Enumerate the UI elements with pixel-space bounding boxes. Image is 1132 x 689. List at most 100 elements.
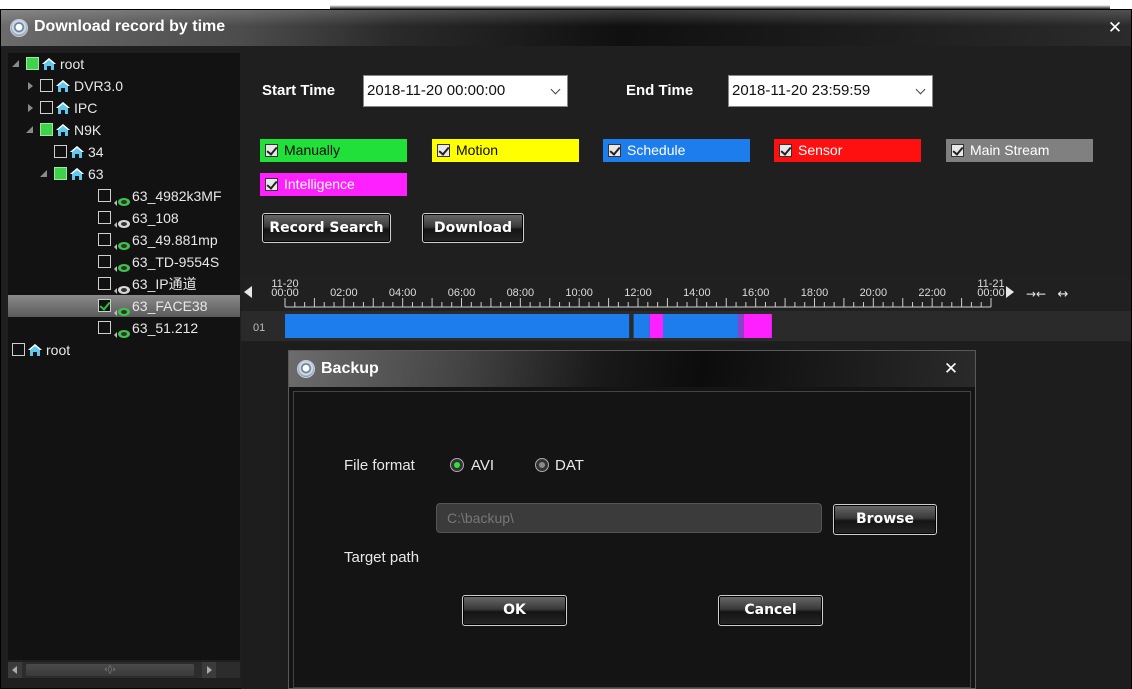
download-button[interactable]: Download (422, 213, 524, 243)
tree-node[interactable]: 63_TD-9554S (8, 251, 240, 273)
filter-intelligence[interactable]: Intelligence (260, 173, 407, 196)
avi-label[interactable]: AVI (471, 457, 494, 474)
tree-checkbox[interactable] (40, 101, 53, 114)
window-titlebar[interactable]: Download record by time ✕ (1, 10, 1131, 46)
tree-node-label: 63_4982k3MF (132, 188, 222, 204)
tree-node[interactable]: 63_4982k3MF (8, 185, 240, 207)
camera-icon (114, 323, 130, 338)
ruler-tick-label: 10:00 (565, 287, 593, 299)
filter-checkbox[interactable] (779, 144, 792, 157)
camera-icon (114, 235, 130, 250)
tree-checkbox[interactable] (98, 277, 111, 290)
start-time-label: Start Time (262, 82, 336, 99)
tree-node[interactable]: root (8, 53, 240, 75)
browse-button[interactable]: Browse (833, 504, 937, 535)
dialog-title: Backup (321, 360, 379, 377)
tree-checkbox[interactable] (26, 57, 39, 70)
zoom-in-icon[interactable]: →← (1026, 287, 1046, 301)
tree-checkbox[interactable] (98, 189, 111, 202)
filter-sensor[interactable]: Sensor (774, 139, 921, 162)
target-path-label: Target path (344, 549, 420, 566)
ruler-start-date: 11-20 (271, 278, 298, 290)
tree-node[interactable]: 63_108 (8, 207, 240, 229)
filter-motion[interactable]: Motion (432, 139, 579, 162)
avi-radio[interactable] (450, 458, 464, 472)
filter-checkbox[interactable] (265, 178, 278, 191)
tree-checkbox[interactable] (40, 123, 53, 136)
scroll-left-button[interactable] (8, 662, 22, 678)
collapsed-arrow-icon[interactable] (28, 82, 33, 90)
tree-node[interactable]: IPC (8, 97, 240, 119)
filter-checkbox[interactable] (265, 144, 278, 157)
timeline-ruler[interactable]: 00:00 02:00 04:00 06:00 08:00 10:00 12:00 14:00… (241, 276, 1131, 310)
tree-node[interactable]: 34 (8, 141, 240, 163)
tree-checkbox[interactable] (54, 167, 67, 180)
tree-node-label: 63_49.881mp (132, 232, 218, 248)
tree-horizontal-scrollbar[interactable]: ‹◊› (8, 662, 240, 678)
ok-button[interactable]: OK (462, 595, 567, 626)
tree-checkbox[interactable] (98, 299, 111, 312)
ruler-tick-label: 08:00 (507, 287, 535, 299)
end-time-label: End Time (626, 82, 694, 99)
tree-checkbox[interactable] (98, 233, 111, 246)
scroll-thumb[interactable]: ‹◊› (26, 664, 194, 676)
expanded-arrow-icon[interactable] (12, 60, 19, 67)
tree-node[interactable]: 63_IP通道 (8, 273, 240, 295)
tree-checkbox[interactable] (54, 145, 67, 158)
end-time-picker[interactable]: 2018-11-20 23:59:59 (728, 75, 933, 107)
tree-node[interactable]: N9K (8, 119, 240, 141)
tree-checkbox[interactable] (12, 343, 25, 356)
close-icon[interactable]: ✕ (1105, 18, 1125, 38)
target-path-input[interactable]: C:\backup\ (436, 503, 822, 533)
timeline-prev-arrow-icon[interactable] (244, 286, 252, 298)
tree-node[interactable]: 63_FACE38 (8, 295, 240, 317)
tree-checkbox[interactable] (98, 321, 111, 334)
ruler-tick-label: 12:00 (624, 287, 652, 299)
filter-checkbox[interactable] (437, 144, 450, 157)
record-segment (663, 314, 739, 338)
dat-label[interactable]: DAT (555, 457, 584, 474)
tree-node[interactable]: 63 (8, 163, 240, 185)
backup-dialog: Backup ✕ File format AVI DAT Target path… (288, 350, 976, 689)
dialog-body: File format AVI DAT Target path C:\backu… (293, 391, 971, 688)
collapsed-arrow-icon[interactable] (28, 104, 33, 112)
tree-checkbox[interactable] (98, 211, 111, 224)
filter-main-stream[interactable]: Main Stream (946, 139, 1093, 162)
start-time-picker[interactable]: 2018-11-20 00:00:00 (363, 75, 568, 107)
tree-node-label: 63_FACE38 (132, 298, 208, 314)
zoom-out-icon[interactable]: ↔ (1058, 287, 1069, 302)
tree-node[interactable]: DVR3.0 (8, 75, 240, 97)
timeline-track[interactable]: 01 (241, 311, 1131, 341)
tree-checkbox[interactable] (98, 255, 111, 268)
filter-checkbox[interactable] (608, 144, 621, 157)
record-search-button[interactable]: Record Search (262, 213, 391, 243)
ruler-tick-label: 04:00 (389, 287, 417, 299)
dat-radio[interactable] (535, 458, 549, 472)
filter-manually[interactable]: Manually (260, 139, 407, 162)
expanded-arrow-icon[interactable] (40, 170, 47, 177)
scroll-right-button[interactable] (202, 662, 216, 678)
group-home-icon (56, 80, 70, 92)
ruler-tick-label: 14:00 (683, 287, 711, 299)
ruler-tick-label: 06:00 (448, 287, 476, 299)
expanded-arrow-icon[interactable] (26, 126, 33, 133)
tree-node[interactable]: root (8, 339, 240, 361)
tree-node-label: 63_TD-9554S (132, 254, 220, 270)
device-tree: root DVR3.0 IPC N9K 34 63 63_4982k3MF 63_108 63_… (8, 53, 240, 660)
close-icon[interactable]: ✕ (941, 359, 961, 379)
chevron-down-icon (915, 84, 926, 95)
tree-node[interactable]: 63_51.212 (8, 317, 240, 339)
tree-node-label: 34 (88, 144, 104, 160)
tree-node[interactable]: 63_49.881mp (8, 229, 240, 251)
camera-logo-icon (10, 19, 28, 37)
dialog-titlebar[interactable]: Backup ✕ (289, 351, 975, 387)
timeline-next-arrow-icon[interactable] (1006, 286, 1014, 298)
tree-checkbox[interactable] (40, 79, 53, 92)
file-format-label: File format (344, 457, 415, 474)
filter-label: Schedule (627, 142, 686, 158)
filter-checkbox[interactable] (951, 144, 964, 157)
filter-schedule[interactable]: Schedule (603, 139, 750, 162)
cancel-button[interactable]: Cancel (718, 595, 823, 626)
tree-node-label: 63_51.212 (132, 320, 199, 336)
ruler-tick-label: 16:00 (742, 287, 770, 299)
